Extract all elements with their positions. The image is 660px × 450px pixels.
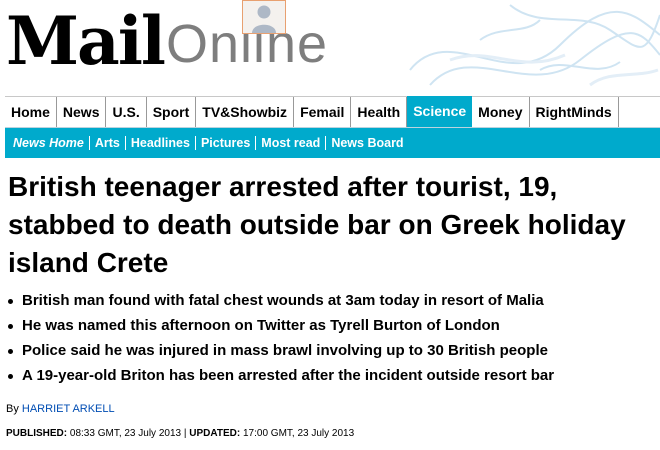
nav-item-femail[interactable]: Femail (294, 97, 352, 127)
updated-label: UPDATED: (189, 428, 241, 439)
bullet-dot-icon (8, 349, 13, 354)
secondary-nav: News Home Arts Headlines Pictures Most r… (5, 128, 660, 158)
summary-bullet: Police said he was injured in mass brawl… (6, 338, 656, 363)
author-link[interactable]: HARRIET ARKELL (22, 403, 115, 415)
logo-primary-text: Mail (6, 2, 166, 80)
summary-bullet-text: Police said he was injured in mass brawl… (22, 342, 548, 359)
article-headline: British teenager arrested after tourist,… (8, 171, 626, 278)
nav-item-us[interactable]: U.S. (106, 97, 147, 127)
bullet-dot-icon (8, 324, 13, 329)
summary-bullet-text: He was named this afternoon on Twitter a… (22, 317, 500, 334)
summary-bullet: He was named this afternoon on Twitter a… (6, 313, 656, 338)
nav-item-science[interactable]: Science (407, 96, 473, 127)
summary-bullet-text: A 19-year-old Briton has been arrested a… (22, 367, 555, 384)
byline-prefix: By (6, 403, 19, 415)
nav-item-news[interactable]: News (57, 97, 107, 127)
published-label: PUBLISHED: (6, 428, 68, 439)
summary-bullet: A 19-year-old Briton has been arrested a… (6, 363, 656, 388)
subnav-item-headlines[interactable]: Headlines (126, 136, 196, 150)
bullet-dot-icon (8, 299, 13, 304)
decorative-swirl-icon (409, 4, 660, 87)
subnav-item-news-board[interactable]: News Board (326, 136, 408, 150)
nav-item-rightminds[interactable]: RightMinds (530, 97, 619, 127)
date-separator: | (183, 428, 187, 439)
published-date: 08:33 GMT, 23 July 2013 (69, 428, 182, 439)
summary-bullet-text: British man found with fatal chest wound… (22, 292, 544, 309)
article-dates: PUBLISHED: 08:33 GMT, 23 July 2013 | UPD… (6, 428, 354, 439)
masthead: Mail Online (0, 0, 660, 95)
nav-item-health[interactable]: Health (351, 97, 408, 127)
primary-nav: Home News U.S. Sport TV&Showbiz Femail H… (5, 96, 660, 128)
subnav-item-arts[interactable]: Arts (90, 136, 126, 150)
subnav-item-pictures[interactable]: Pictures (196, 136, 257, 150)
bullet-dot-icon (8, 374, 13, 379)
user-avatar-icon[interactable] (242, 0, 286, 34)
nav-item-money[interactable]: Money (472, 97, 530, 127)
nav-item-home[interactable]: Home (5, 97, 57, 127)
subnav-item-most-read[interactable]: Most read (256, 136, 327, 150)
article-byline: By HARRIET ARKELL (6, 403, 115, 415)
nav-item-tv-showbiz[interactable]: TV&Showbiz (196, 97, 295, 127)
article-summary-list: British man found with fatal chest wound… (6, 288, 656, 388)
updated-date: 17:00 GMT, 23 July 2013 (242, 428, 355, 439)
subnav-item-news-home[interactable]: News Home (7, 136, 90, 150)
summary-bullet: British man found with fatal chest wound… (6, 288, 656, 313)
nav-item-sport[interactable]: Sport (147, 97, 197, 127)
